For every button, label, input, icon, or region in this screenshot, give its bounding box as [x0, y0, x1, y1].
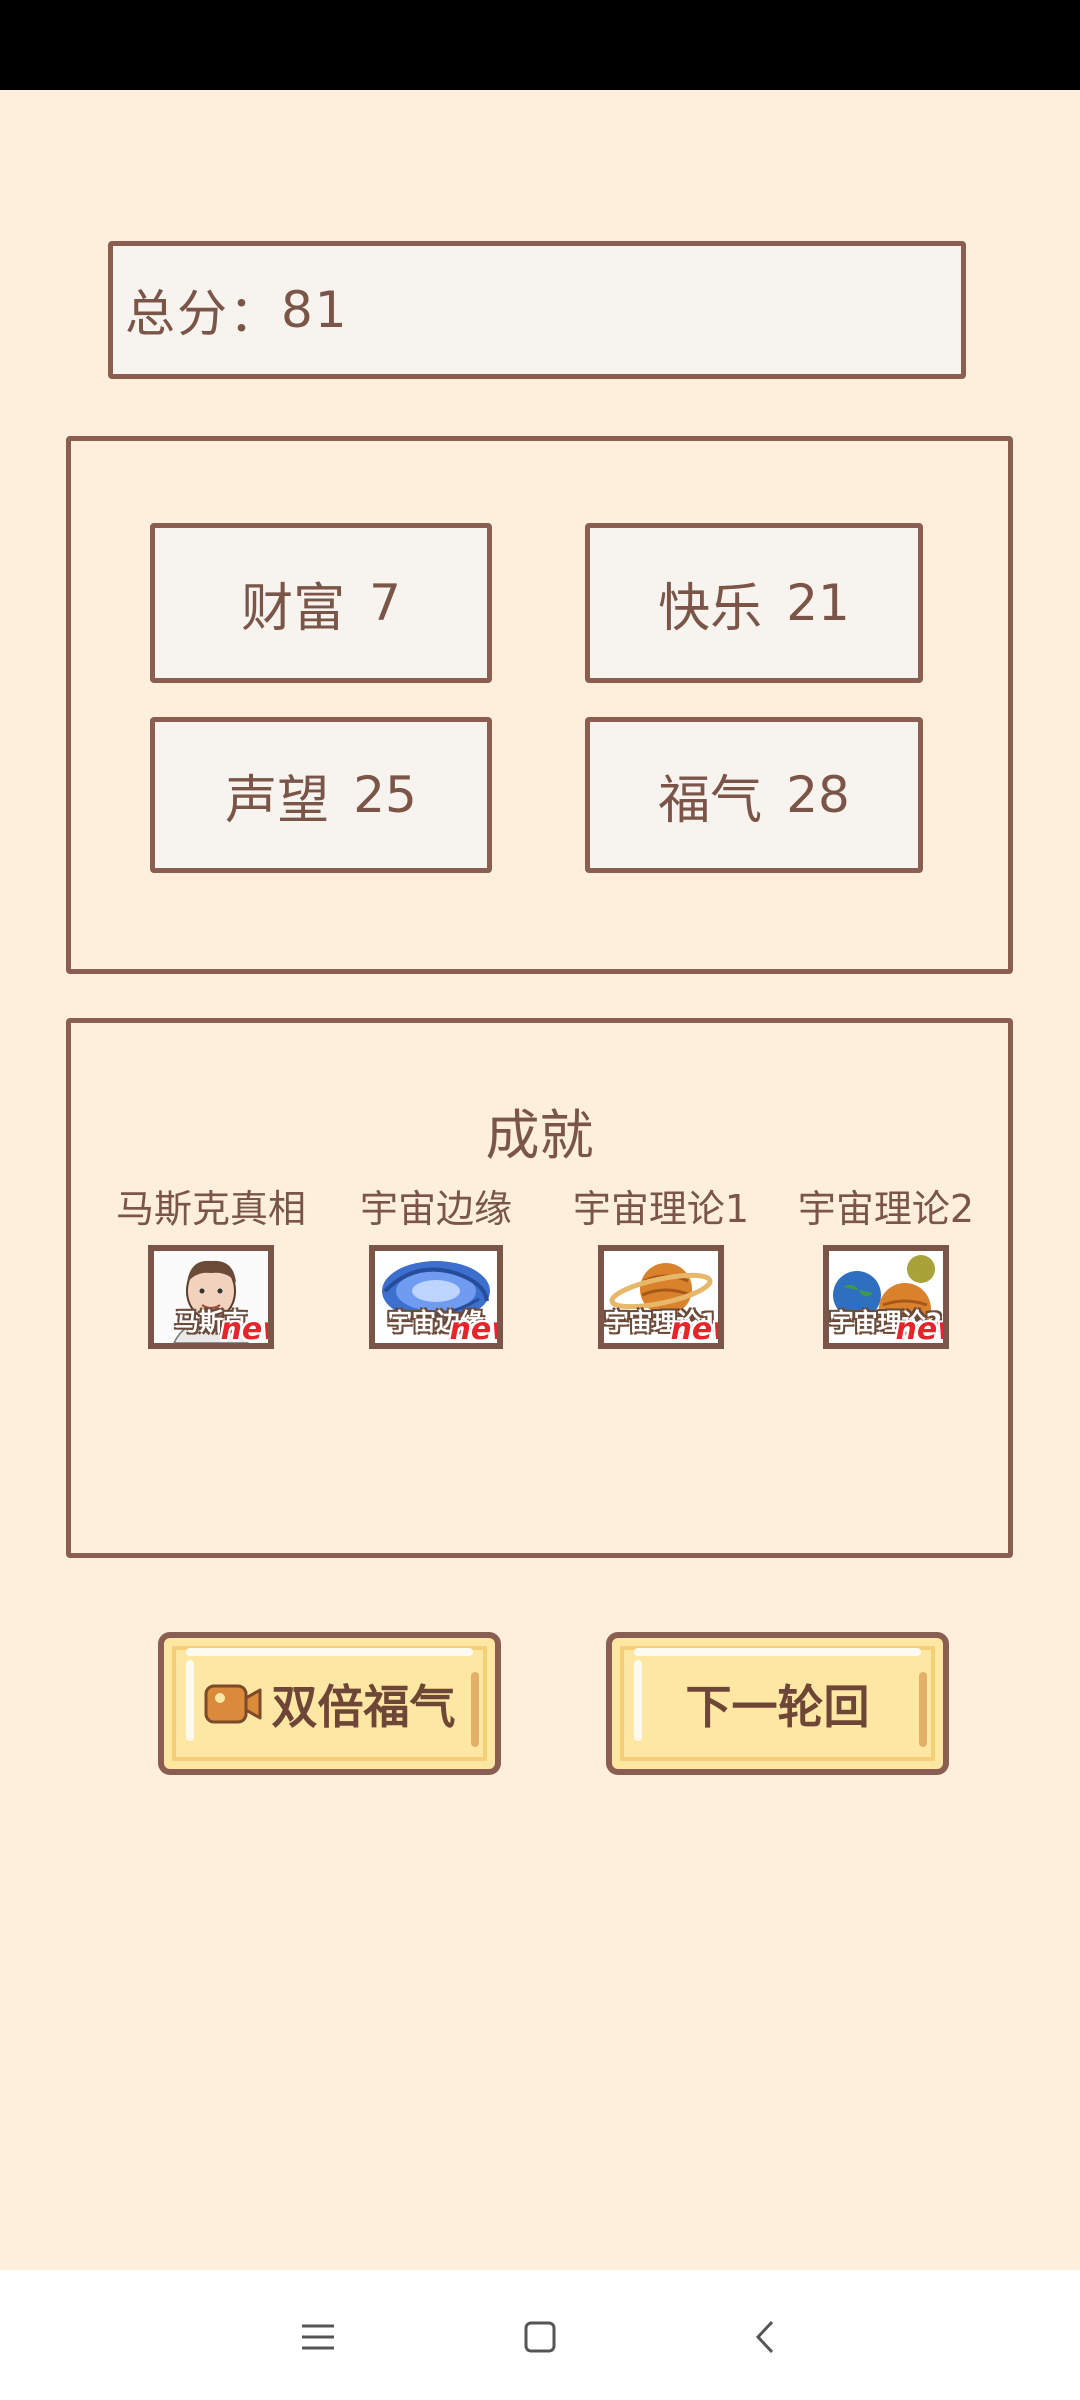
new-badge: new — [670, 1312, 718, 1347]
double-fortune-label: 双倍福气 — [271, 1679, 456, 1734]
menu-icon[interactable] — [288, 2312, 348, 2362]
achievement-item-universe-edge[interactable]: 宇宙边缘 宇宙边缘 new — [321, 1178, 551, 1349]
system-nav-bar — [0, 2270, 1080, 2400]
button-highlight — [634, 1648, 921, 1656]
stat-card-fortune: 福气 28 — [585, 717, 923, 873]
home-square-icon[interactable] — [510, 2312, 570, 2362]
button-shadow — [919, 1672, 927, 1747]
button-highlight — [186, 1648, 473, 1656]
total-score-label: 总分： — [125, 285, 281, 343]
new-badge: new — [449, 1312, 497, 1347]
stat-card-prestige: 声望 25 — [150, 717, 492, 873]
achievement-item-universe-theory-2[interactable]: 宇宙理论2 宇宙理论2 new — [771, 1178, 1001, 1349]
achievements-title: 成就 — [485, 1104, 594, 1167]
stat-name: 声望 — [225, 770, 330, 831]
stat-name: 财富 — [241, 578, 346, 639]
achievement-label: 宇宙边缘 — [359, 1187, 512, 1231]
stat-name: 福气 — [658, 770, 763, 831]
stat-value: 7 — [369, 574, 401, 632]
achievement-label: 马斯克真相 — [115, 1187, 306, 1231]
stat-card-wealth: 财富 7 — [150, 523, 492, 683]
button-shadow — [471, 1672, 479, 1747]
planet-icon: 宇宙理论1 new — [598, 1245, 724, 1349]
new-badge: new — [220, 1312, 268, 1347]
stat-name: 快乐 — [658, 578, 763, 639]
button-highlight — [634, 1660, 642, 1741]
achievement-label: 宇宙理论1 — [572, 1187, 750, 1231]
galaxy-icon: 宇宙边缘 new — [369, 1245, 503, 1349]
total-score-value: 81 — [281, 281, 349, 339]
achievement-item-universe-theory-1[interactable]: 宇宙理论1 宇宙理论1 new — [546, 1178, 776, 1349]
next-round-button[interactable]: 下一轮回 — [606, 1632, 949, 1775]
planets-icon: 宇宙理论2 new — [823, 1245, 949, 1349]
back-chevron-icon[interactable] — [736, 2312, 796, 2362]
status-bar — [0, 0, 1080, 90]
portrait-icon: 马斯克 new — [148, 1245, 274, 1349]
stats-panel: 财富 7 快乐 21 声望 25 福气 28 — [66, 436, 1013, 974]
achievement-label: 宇宙理论2 — [797, 1187, 975, 1231]
stat-value: 25 — [353, 766, 417, 824]
stat-card-happiness: 快乐 21 — [585, 523, 923, 683]
stat-value: 28 — [786, 766, 850, 824]
next-round-label: 下一轮回 — [685, 1679, 870, 1734]
achievement-item-musk[interactable]: 马斯克真相 马斯克 new — [96, 1178, 326, 1349]
double-fortune-button[interactable]: 双倍福气 — [158, 1632, 501, 1775]
video-camera-icon — [204, 1684, 261, 1723]
total-score-box: 总分： 81 — [108, 241, 966, 379]
new-badge: new — [895, 1312, 943, 1347]
button-highlight — [186, 1660, 194, 1741]
stat-value: 21 — [786, 574, 850, 632]
